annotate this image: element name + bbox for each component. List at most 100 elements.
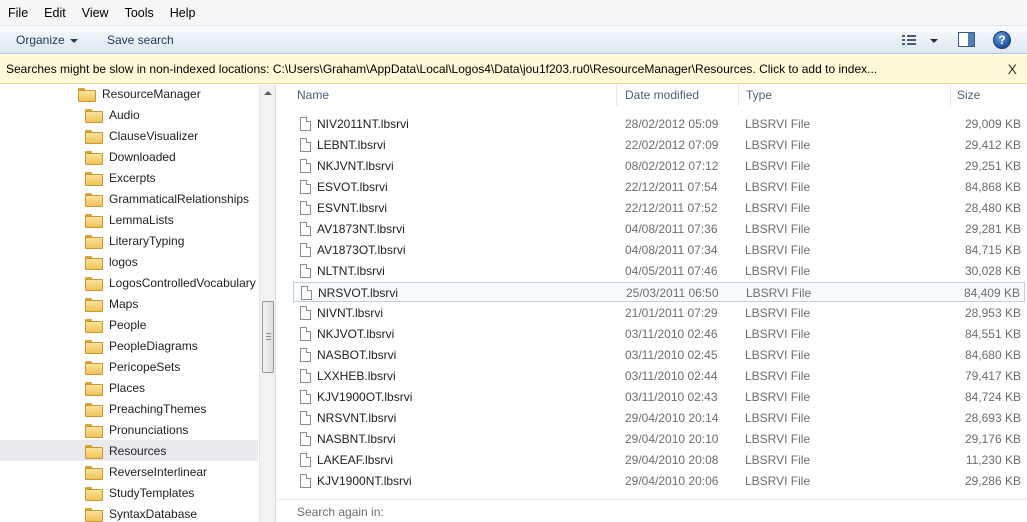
change-view-button[interactable] [902, 32, 940, 48]
details-view-icon [902, 34, 916, 46]
file-row[interactable]: NASBOT.lbsrvi 03/11/2010 02:45 LBSRVI File… [293, 345, 1025, 365]
menu-help[interactable]: Help [164, 0, 202, 26]
save-search-button[interactable]: Save search [107, 26, 174, 54]
file-list: Name Date modified Type Size NIV2011NT.l… [277, 85, 1027, 522]
tree-item-people[interactable]: People [85, 314, 146, 335]
folder-icon [85, 213, 103, 228]
tree-item-audio[interactable]: Audio [85, 104, 140, 125]
tree-item-pericopesets[interactable]: PericopeSets [85, 356, 180, 377]
file-row[interactable]: LXXHEB.lbsrvi 03/11/2010 02:44 LBSRVI File… [293, 366, 1025, 386]
file-row[interactable]: NKJVOT.lbsrvi 03/11/2010 02:46 LBSRVI File… [293, 324, 1025, 344]
file-row[interactable]: KJV1900OT.lbsrvi 03/11/2010 02:43 LBSRVI F… [293, 387, 1025, 407]
tree-item-logos[interactable]: logos [85, 251, 138, 272]
tree-item-logoscontrolledvocabulary[interactable]: LogosControlledVocabulary [85, 272, 256, 293]
file-date-modified: 22/12/2011 07:54 [625, 180, 718, 194]
folder-icon [85, 255, 103, 270]
tree-item-places[interactable]: Places [85, 377, 145, 398]
tree-item-clausevisualizer[interactable]: ClauseVisualizer [85, 125, 198, 146]
nav-scrollbar[interactable] [259, 85, 275, 522]
file-row[interactable]: NIV2011NT.lbsrvi 28/02/2012 05:09 LBSRVI F… [293, 114, 1025, 134]
column-name[interactable]: Name [297, 85, 329, 106]
tree-item-label: StudyTemplates [109, 485, 195, 500]
file-type: LBSRVI File [745, 180, 811, 194]
file-row[interactable]: KJV1900NT.lbsrvi 29/04/2010 20:06 LBSRVI F… [293, 471, 1025, 491]
tree-item-reverseinterlinear[interactable]: ReverseInterlinear [85, 461, 207, 482]
tree-item-preachingthemes[interactable]: PreachingThemes [85, 398, 206, 419]
folder-icon [85, 507, 103, 522]
file-type: LBSRVI File [746, 286, 812, 300]
file-name: KJV1900NT.lbsrvi [317, 474, 412, 488]
file-name: KJV1900OT.lbsrvi [317, 390, 413, 404]
column-size[interactable]: Size [957, 85, 980, 106]
file-size: 29,286 KB [964, 474, 1021, 488]
tree-item-studytemplates[interactable]: StudyTemplates [85, 482, 194, 503]
help-button[interactable]: ? [993, 31, 1011, 49]
menu-file[interactable]: File [2, 0, 34, 26]
search-again-bar: Search again in: [277, 499, 1027, 522]
tree-item-resources[interactable]: Resources [0, 440, 258, 461]
file-icon [300, 411, 311, 425]
scroll-up-icon[interactable] [264, 91, 272, 95]
file-row[interactable]: NKJVNT.lbsrvi 08/02/2012 07:12 LBSRVI File… [293, 156, 1025, 176]
file-row[interactable]: NRSVOT.lbsrvi 25/03/2011 06:50 LBSRVI File… [293, 282, 1025, 302]
tree-item-grammaticalrelationships[interactable]: GrammaticalRelationships [85, 188, 249, 209]
column-date-modified[interactable]: Date modified [625, 85, 699, 106]
file-row[interactable]: NRSVNT.lbsrvi 29/04/2010 20:14 LBSRVI File… [293, 408, 1025, 428]
file-size: 29,176 KB [964, 432, 1021, 446]
tree-item-label: Audio [109, 107, 140, 122]
tree-item-excerpts[interactable]: Excerpts [85, 167, 156, 188]
file-row[interactable]: AV1873NT.lbsrvi 04/08/2011 07:36 LBSRVI Fi… [293, 219, 1025, 239]
menu-tools[interactable]: Tools [119, 0, 160, 26]
close-icon[interactable]: X [1008, 62, 1017, 76]
organize-label: Organize [16, 33, 65, 47]
file-name: NKJVOT.lbsrvi [317, 327, 395, 341]
organize-button[interactable]: Organize [16, 26, 78, 54]
tree-item-label: ClauseVisualizer [109, 128, 199, 143]
file-row[interactable]: NASBNT.lbsrvi 29/04/2010 20:10 LBSRVI File… [293, 429, 1025, 449]
folder-icon [85, 465, 103, 480]
folder-icon [85, 339, 103, 354]
tree-item-parent[interactable]: ResourceManager [78, 85, 201, 104]
index-warning-bar[interactable]: Searches might be slow in non-indexed lo… [0, 55, 1027, 84]
command-bar: Organize Save search ? [0, 26, 1027, 54]
tree-item-syntaxdatabase[interactable]: SyntaxDatabase [85, 503, 197, 522]
file-row[interactable]: AV1873OT.lbsrvi 04/08/2011 07:34 LBSRVI Fi… [293, 240, 1025, 260]
tree-item-peoplediagrams[interactable]: PeopleDiagrams [85, 335, 198, 356]
preview-pane-button[interactable] [958, 32, 975, 47]
file-row[interactable]: ESVNT.lbsrvi 22/12/2011 07:52 LBSRVI File 2… [293, 198, 1025, 218]
tree-item-downloaded[interactable]: Downloaded [85, 146, 176, 167]
file-size: 84,868 KB [964, 180, 1021, 194]
file-type: LBSRVI File [745, 243, 811, 257]
menu-edit[interactable]: Edit [38, 0, 72, 26]
tree-item-label: PeopleDiagrams [109, 338, 198, 353]
tree-item-label: Excerpts [109, 170, 156, 185]
tree-item-lemmalists[interactable]: LemmaLists [85, 209, 174, 230]
file-type: LBSRVI File [745, 117, 811, 131]
tree-item-pronunciations[interactable]: Pronunciations [85, 419, 188, 440]
column-type[interactable]: Type [746, 85, 772, 106]
file-row[interactable]: LEBNT.lbsrvi 22/02/2012 07:09 LBSRVI File 2… [293, 135, 1025, 155]
file-icon [300, 348, 311, 362]
folder-icon [85, 108, 103, 123]
column-divider[interactable] [950, 85, 951, 106]
menu-view[interactable]: View [76, 0, 115, 26]
file-type: LBSRVI File [745, 201, 811, 215]
tree-item-literarytyping[interactable]: LiteraryTyping [85, 230, 184, 251]
file-size: 84,409 KB [963, 286, 1020, 300]
file-row[interactable]: ESVOT.lbsrvi 22/12/2011 07:54 LBSRVI File 8… [293, 177, 1025, 197]
column-divider[interactable] [738, 85, 739, 106]
tree-item-label: PreachingThemes [109, 401, 207, 416]
file-icon [300, 117, 311, 131]
nav-scrollbar-thumb[interactable] [262, 301, 274, 373]
file-row[interactable]: LAKEAF.lbsrvi 29/04/2010 20:08 LBSRVI File… [293, 450, 1025, 470]
index-warning-text[interactable]: Searches might be slow in non-indexed lo… [6, 62, 877, 76]
tree-item-label: Downloaded [109, 149, 176, 164]
file-size: 29,412 KB [964, 138, 1021, 152]
file-row[interactable]: NIVNT.lbsrvi 21/01/2011 07:29 LBSRVI File 2… [293, 303, 1025, 323]
column-divider[interactable] [616, 85, 617, 106]
file-row[interactable]: NLTNT.lbsrvi 04/05/2011 07:46 LBSRVI File 3… [293, 261, 1025, 281]
file-type: LBSRVI File [745, 222, 811, 236]
file-type: LBSRVI File [745, 369, 811, 383]
tree-item-maps[interactable]: Maps [85, 293, 138, 314]
folder-icon [85, 192, 103, 207]
